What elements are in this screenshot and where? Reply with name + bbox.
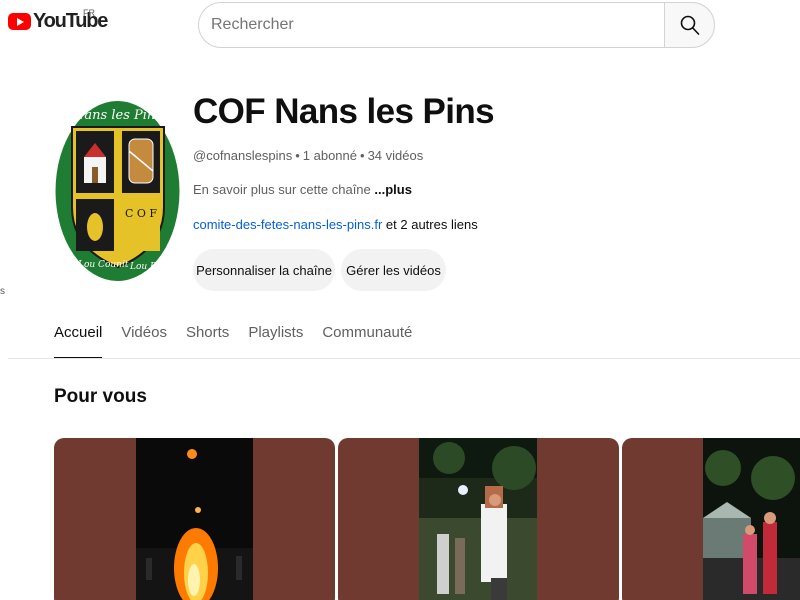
masthead: YouTube FR: [0, 0, 800, 50]
channel-avatar[interactable]: Nans les Pins C O F Lou Counit Lou Bon: [54, 99, 181, 284]
youtube-play-icon: [8, 13, 31, 30]
video-thumbnail[interactable]: [54, 438, 335, 600]
channel-handle: @cofnanslespins: [193, 148, 293, 163]
tab-shorts[interactable]: Shorts: [186, 316, 229, 359]
channel-links: comite-des-fetes-nans-les-pins.fr et 2 a…: [193, 217, 478, 232]
meta-separator: •: [360, 148, 365, 163]
section-title: Pour vous: [54, 386, 147, 407]
search-input[interactable]: [198, 2, 665, 48]
avatar-cof-text: C O F: [125, 207, 157, 220]
tabs-divider: [8, 358, 800, 359]
avatar-motto-left: Lou Counit: [77, 260, 129, 270]
video-thumbnail[interactable]: [622, 438, 800, 600]
thumbnail-image-bonfire: [136, 438, 253, 600]
avatar-top-text: Nans les Pins: [72, 108, 162, 123]
logo-text: YouTube: [33, 10, 108, 32]
tab-playlists[interactable]: Playlists: [248, 316, 303, 359]
tab-home[interactable]: Accueil: [54, 316, 103, 359]
channel-tabs: Accueil Vidéos Shorts Playlists Communau…: [54, 316, 431, 359]
more-link[interactable]: ...plus: [374, 182, 412, 197]
manage-videos-button[interactable]: Gérer les vidéos: [341, 249, 446, 291]
channel-description[interactable]: En savoir plus sur cette chaîne ...plus: [193, 182, 412, 197]
country-code: FR: [83, 8, 95, 18]
subscriber-count: 1 abonné: [302, 148, 357, 163]
tab-videos[interactable]: Vidéos: [121, 316, 167, 359]
search-icon: [680, 15, 700, 35]
video-thumbnail[interactable]: [338, 438, 619, 600]
tab-community[interactable]: Communauté: [322, 316, 412, 359]
search-button[interactable]: [664, 2, 715, 48]
channel-meta: @cofnanslespins • 1 abonné • 34 vidéos: [193, 148, 423, 163]
search-box: [198, 2, 715, 48]
customize-channel-button[interactable]: Personnaliser la chaîne: [193, 249, 335, 291]
video-count: 34 vidéos: [367, 148, 424, 163]
channel-name: COF Nans les Pins: [193, 92, 495, 131]
stray-text: s: [0, 286, 5, 297]
website-link[interactable]: comite-des-fetes-nans-les-pins.fr: [193, 217, 382, 232]
other-links[interactable]: et 2 autres liens: [386, 217, 478, 232]
avatar-motto-right: Lou Bon: [129, 262, 168, 272]
thumbnail-image-stage: [703, 438, 800, 600]
description-text: En savoir plus sur cette chaîne: [193, 182, 371, 197]
meta-separator: •: [295, 148, 300, 163]
thumbnail-image-festival: [419, 438, 537, 600]
